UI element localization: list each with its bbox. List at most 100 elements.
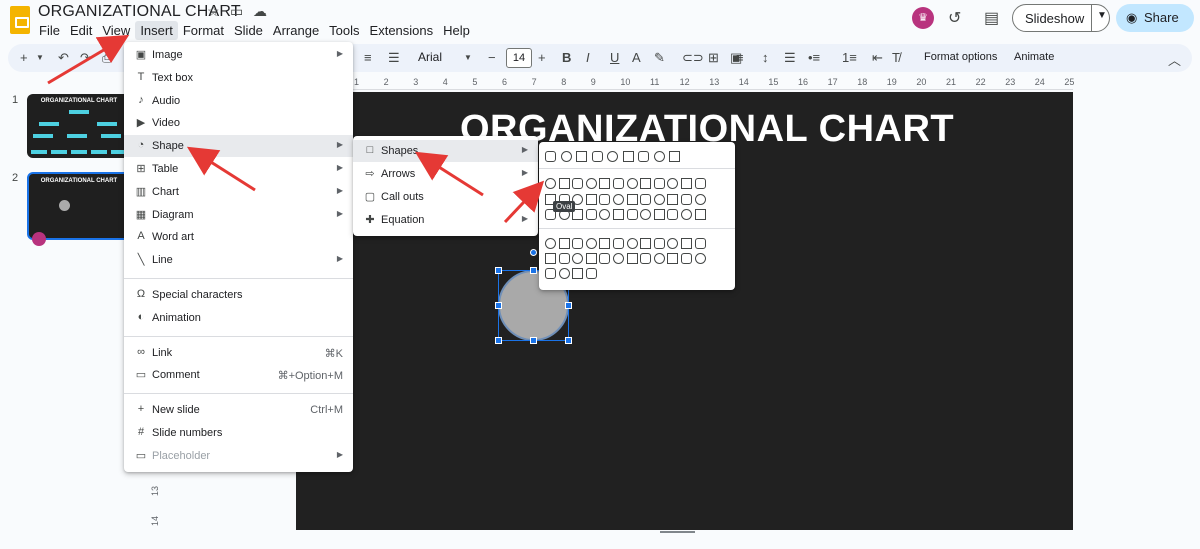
shape-option-icon[interactable] xyxy=(694,209,706,220)
shape-option-icon[interactable] xyxy=(585,268,597,279)
share-button[interactable]: ◉ Share xyxy=(1116,4,1194,32)
numbered-list-icon[interactable]: 1≡ xyxy=(842,50,857,65)
shape-option-icon[interactable] xyxy=(599,209,611,220)
menu-arrange[interactable]: Arrange xyxy=(268,21,324,40)
line-spacing-icon[interactable]: ↕ xyxy=(762,50,769,65)
menu-format[interactable]: Format xyxy=(178,21,229,40)
shape-option-icon[interactable] xyxy=(626,194,638,205)
shape-option-icon[interactable] xyxy=(640,194,652,205)
shape-option-icon[interactable] xyxy=(545,151,556,162)
insert-menu-item-animation[interactable]: ◐ Animation xyxy=(124,307,353,329)
insert-menu-item-link[interactable]: ∞ Link ⌘K xyxy=(124,342,353,364)
text-color-icon[interactable]: A xyxy=(632,50,641,65)
shape-option-icon[interactable] xyxy=(626,238,638,249)
resize-handle[interactable] xyxy=(530,267,537,274)
shape-submenu-item-call-outs[interactable]: ▢ Call outs ▶ xyxy=(353,186,538,208)
shape-option-icon[interactable] xyxy=(558,238,570,249)
shape-option-icon[interactable] xyxy=(558,178,570,189)
font-size-input[interactable]: 14 xyxy=(506,48,532,68)
shape-option-icon[interactable] xyxy=(638,151,649,162)
shape-option-icon[interactable] xyxy=(572,238,584,249)
insert-menu-item-audio[interactable]: ♪ Audio xyxy=(124,90,353,112)
comments-icon[interactable]: ▤ xyxy=(984,8,999,28)
avatar[interactable]: ♛ xyxy=(912,7,934,29)
insert-menu-item-shape[interactable]: ◔ Shape ▶ xyxy=(124,135,353,158)
new-slide-icon[interactable]: + xyxy=(20,50,28,65)
insert-menu-item-image[interactable]: ▣ Image ▶ xyxy=(124,44,353,66)
add-comment-icon[interactable]: ⊞ xyxy=(708,50,719,66)
shape-option-icon[interactable] xyxy=(613,238,624,249)
animate-button[interactable]: Animate xyxy=(1014,51,1054,63)
shape-option-icon[interactable] xyxy=(585,178,597,189)
shape-option-icon[interactable] xyxy=(599,253,611,264)
font-dropdown-icon[interactable]: ▼ xyxy=(464,53,472,62)
shape-option-icon[interactable] xyxy=(667,209,679,220)
shape-option-icon[interactable] xyxy=(613,178,624,189)
shape-option-icon[interactable] xyxy=(626,209,638,220)
italic-icon[interactable]: I xyxy=(586,50,590,65)
print-icon[interactable]: ⎙ xyxy=(102,50,112,66)
star-icon[interactable]: ☆ xyxy=(207,3,220,20)
shape-option-icon[interactable] xyxy=(613,253,624,264)
shape-option-icon[interactable] xyxy=(572,178,584,189)
distribute-icon[interactable]: ☰ xyxy=(388,50,400,66)
redo-icon[interactable]: ↷ xyxy=(80,50,91,66)
insert-menu-item-video[interactable]: ▶ Video xyxy=(124,112,353,134)
shape-option-icon[interactable] xyxy=(694,178,706,189)
shape-option-icon[interactable] xyxy=(694,194,706,205)
shape-option-icon[interactable] xyxy=(599,238,611,249)
shape-option-icon[interactable] xyxy=(667,238,679,249)
resize-handle[interactable] xyxy=(495,267,502,274)
new-slide-dropdown-icon[interactable]: ▼ xyxy=(36,53,44,62)
shape-option-icon[interactable] xyxy=(545,268,556,279)
shape-option-icon[interactable] xyxy=(640,209,652,220)
shape-option-icon[interactable] xyxy=(558,253,570,264)
menu-extensions[interactable]: Extensions xyxy=(365,21,439,40)
shape-option-icon[interactable] xyxy=(558,268,570,279)
shape-option-icon[interactable] xyxy=(640,238,652,249)
text-align-icon[interactable]: ≡ xyxy=(736,50,744,65)
shape-option-icon[interactable] xyxy=(653,209,665,220)
slide-thumbnail-2[interactable]: ORGANIZATIONAL CHART xyxy=(27,172,131,246)
shape-option-icon[interactable] xyxy=(640,178,652,189)
shape-submenu-item-shapes[interactable]: □ Shapes ▶ xyxy=(353,140,538,162)
shape-option-icon[interactable] xyxy=(560,151,572,162)
shape-option-icon[interactable] xyxy=(622,151,634,162)
insert-menu-item-word-art[interactable]: A Word art xyxy=(124,226,353,248)
menu-tools[interactable]: Tools xyxy=(324,21,364,40)
shape-option-icon[interactable] xyxy=(669,151,680,162)
menu-insert[interactable]: Insert xyxy=(135,21,178,40)
shape-option-icon[interactable] xyxy=(585,209,597,220)
align-icon[interactable]: ≡ xyxy=(364,50,372,65)
shape-option-icon[interactable] xyxy=(694,238,706,249)
resize-handle[interactable] xyxy=(565,302,572,309)
shape-option-icon[interactable] xyxy=(694,253,706,264)
highlight-icon[interactable]: ✎ xyxy=(654,50,665,66)
shape-option-icon[interactable] xyxy=(613,209,624,220)
link-icon[interactable]: ⊂⊃ xyxy=(682,50,704,66)
menu-edit[interactable]: Edit xyxy=(65,21,97,40)
shape-option-icon[interactable] xyxy=(599,194,611,205)
shape-option-icon[interactable] xyxy=(667,253,679,264)
shape-submenu-item-arrows[interactable]: ⇨ Arrows ▶ xyxy=(353,163,538,185)
shape-option-icon[interactable] xyxy=(667,194,679,205)
bold-icon[interactable]: B xyxy=(562,50,571,65)
shape-option-icon[interactable] xyxy=(653,238,665,249)
insert-menu-item-table[interactable]: ⊞ Table ▶ xyxy=(124,158,353,180)
shape-option-icon[interactable] xyxy=(681,253,692,264)
shape-option-icon[interactable] xyxy=(681,238,692,249)
increase-font-icon[interactable]: + xyxy=(538,50,546,65)
shape-option-icon[interactable] xyxy=(626,178,638,189)
shape-option-icon[interactable] xyxy=(681,178,692,189)
shape-option-icon[interactable] xyxy=(545,238,556,249)
shape-option-icon[interactable] xyxy=(599,178,611,189)
menu-file[interactable]: File xyxy=(34,21,65,40)
rotate-handle[interactable] xyxy=(530,249,537,256)
clear-formatting-icon[interactable]: T̸ xyxy=(892,50,900,65)
shape-option-icon[interactable] xyxy=(585,238,597,249)
format-options-button[interactable]: Format options xyxy=(924,51,997,63)
shape-option-icon[interactable] xyxy=(585,194,597,205)
history-icon[interactable]: ↺ xyxy=(948,8,961,28)
shape-option-icon[interactable] xyxy=(572,253,584,264)
horizontal-scrollbar[interactable] xyxy=(660,531,695,533)
